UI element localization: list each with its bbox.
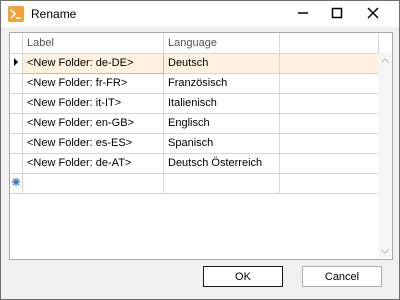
rename-dialog: Rename Label Language <New Folder: de-DE… <box>0 0 400 300</box>
close-icon <box>367 7 379 19</box>
cell-language[interactable]: Deutsch Österreich <box>163 153 280 174</box>
title-bar[interactable]: Rename <box>1 1 399 27</box>
cell-filler <box>279 73 379 94</box>
chevron-down-icon <box>381 248 389 254</box>
cell-filler <box>279 153 379 174</box>
cell-label[interactable]: <New Folder: de-AT> <box>22 153 164 174</box>
cell-filler <box>279 53 379 74</box>
row-header[interactable] <box>10 73 23 94</box>
cell-language[interactable]: Italienisch <box>163 93 280 114</box>
cell-filler <box>279 93 379 114</box>
cell-label[interactable]: <New Folder: en-GB> <box>22 113 164 134</box>
chevron-up-icon <box>381 57 389 63</box>
app-icon <box>8 6 24 22</box>
new-row-indicator <box>10 173 23 194</box>
minimize-button[interactable] <box>287 1 319 25</box>
minimize-icon <box>298 12 308 14</box>
table-row[interactable]: <New Folder: de-DE> Deutsch <box>10 53 379 74</box>
cell-label[interactable]: <New Folder: it-IT> <box>22 93 164 114</box>
current-row-indicator <box>10 53 23 74</box>
new-row[interactable] <box>10 173 379 194</box>
cell-label[interactable]: <New Folder: es-ES> <box>22 133 164 154</box>
row-header[interactable] <box>10 93 23 114</box>
column-header-language[interactable]: Language <box>163 33 280 54</box>
table-row[interactable]: <New Folder: en-GB> Englisch <box>10 113 379 134</box>
window-title: Rename <box>31 7 77 21</box>
cell-filler <box>279 173 379 194</box>
vertical-scrollbar[interactable] <box>378 53 392 258</box>
cell-language[interactable]: Deutsch <box>163 53 280 74</box>
new-cell-language[interactable] <box>163 173 280 194</box>
cell-language[interactable]: Französisch <box>163 73 280 94</box>
cell-filler <box>279 113 379 134</box>
new-cell-label[interactable] <box>22 173 164 194</box>
table-row[interactable]: <New Folder: de-AT> Deutsch Österreich <box>10 153 379 174</box>
row-header-corner <box>10 33 23 54</box>
cell-language[interactable]: Englisch <box>163 113 280 134</box>
scroll-up-button[interactable] <box>378 53 392 67</box>
table-row[interactable]: <New Folder: es-ES> Spanisch <box>10 133 379 154</box>
maximize-button[interactable] <box>321 1 353 25</box>
scroll-down-button[interactable] <box>378 244 392 258</box>
ok-button[interactable]: OK <box>203 266 283 287</box>
row-pointer-icon <box>14 58 18 66</box>
close-button[interactable] <box>357 1 389 25</box>
row-header[interactable] <box>10 113 23 134</box>
row-header[interactable] <box>10 153 23 174</box>
cell-label[interactable]: <New Folder: fr-FR> <box>22 73 164 94</box>
column-header-label[interactable]: Label <box>22 33 164 54</box>
table-row[interactable]: <New Folder: it-IT> Italienisch <box>10 93 379 114</box>
cell-label[interactable]: <New Folder: de-DE> <box>22 53 164 74</box>
cancel-button[interactable]: Cancel <box>302 266 382 287</box>
grid-header-row: Label Language <box>10 33 379 54</box>
maximize-icon <box>331 7 343 19</box>
column-header-filler <box>279 33 379 54</box>
new-row-asterisk-icon <box>12 178 20 186</box>
row-header[interactable] <box>10 133 23 154</box>
table-row[interactable]: <New Folder: fr-FR> Französisch <box>10 73 379 94</box>
cell-filler <box>279 133 379 154</box>
cell-language[interactable]: Spanisch <box>163 133 280 154</box>
rename-grid[interactable]: Label Language <New Folder: de-DE> Deuts… <box>9 32 393 260</box>
